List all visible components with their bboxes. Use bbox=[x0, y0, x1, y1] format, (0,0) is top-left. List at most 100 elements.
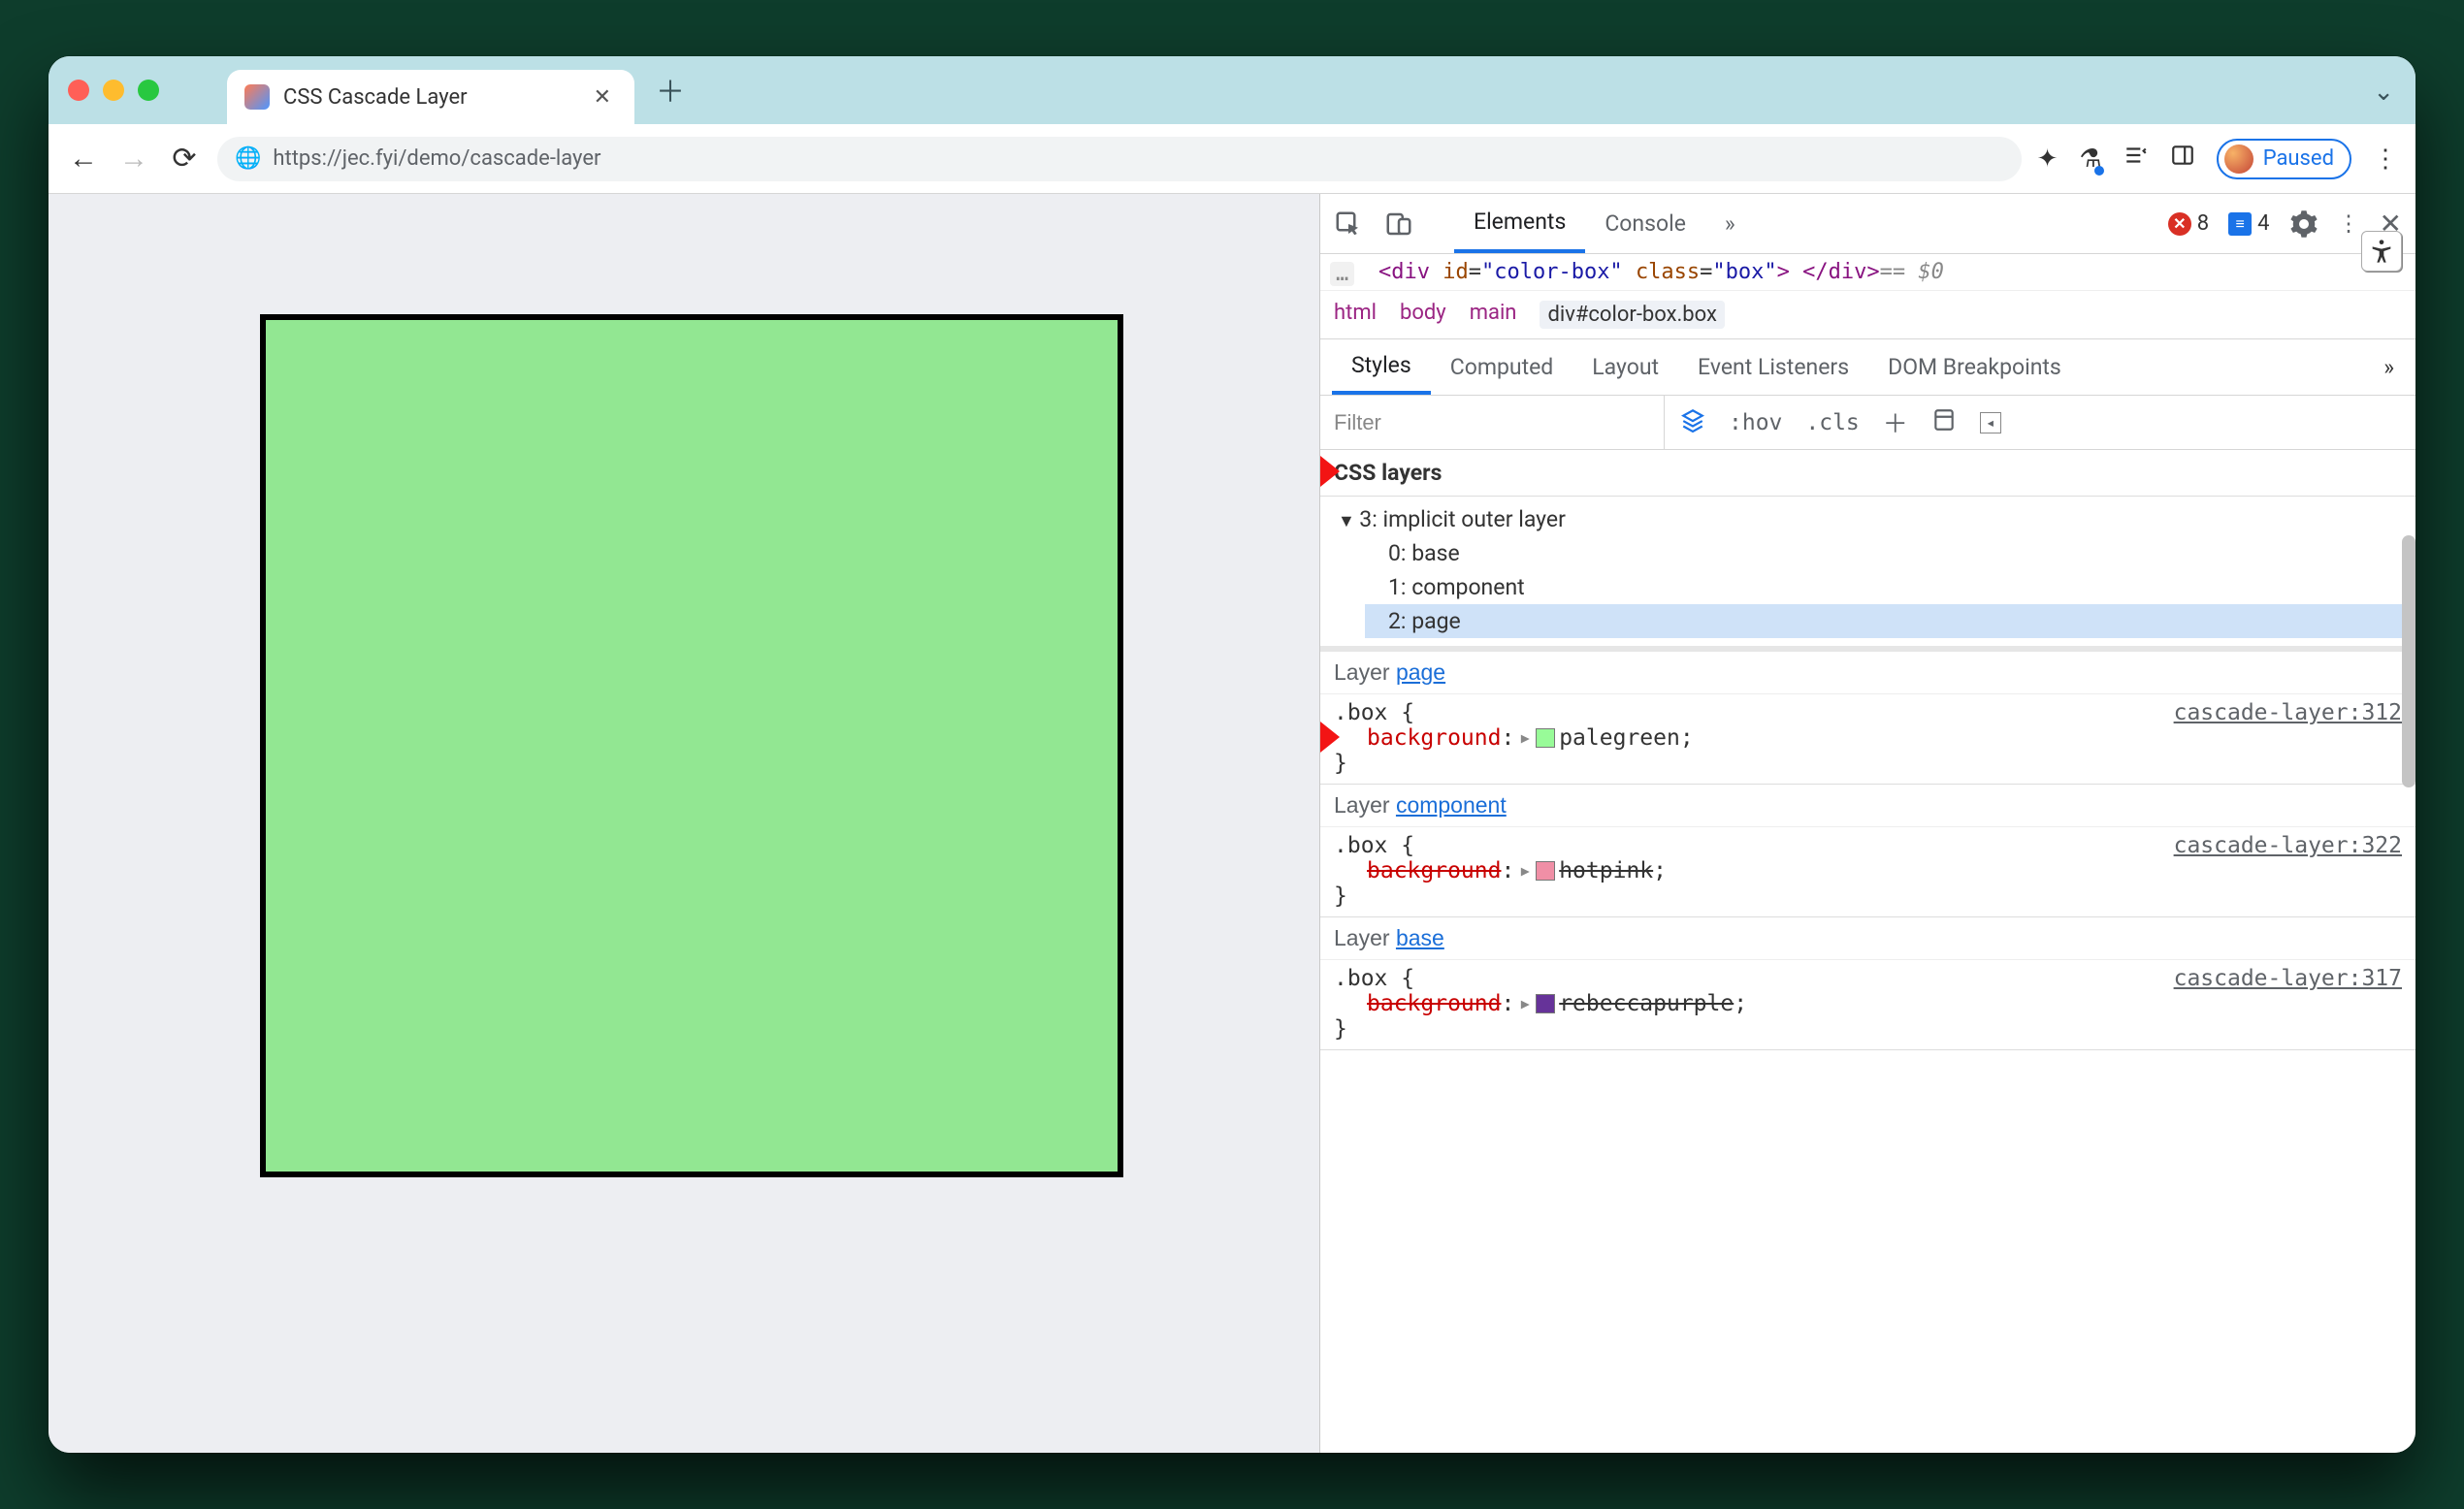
extensions-icon[interactable]: ✦ bbox=[2037, 144, 2059, 174]
tab-styles[interactable]: Styles bbox=[1332, 339, 1431, 395]
layer-tree-item-page[interactable]: 2: page bbox=[1365, 604, 2415, 638]
layer-link-page[interactable]: page bbox=[1396, 659, 1445, 685]
tab-computed[interactable]: Computed bbox=[1431, 339, 1573, 395]
layer-link-component[interactable]: component bbox=[1396, 792, 1507, 818]
prop-value: rebeccapurple bbox=[1559, 991, 1734, 1016]
css-layer-tree: 3: implicit outer layer 0: base 1: compo… bbox=[1320, 497, 2415, 652]
rule-layer-header-base: Layer base bbox=[1320, 917, 2415, 960]
toolbar-actions: ✦ ⚗ Paused ⋮ bbox=[2037, 139, 2398, 179]
rule-close: } bbox=[1334, 751, 2402, 776]
rule-close: } bbox=[1334, 1016, 2402, 1042]
tab-favicon bbox=[244, 84, 270, 110]
avatar bbox=[2224, 144, 2253, 174]
tab-event-listeners[interactable]: Event Listeners bbox=[1678, 339, 1868, 395]
accessibility-icon[interactable] bbox=[2361, 231, 2402, 272]
devtools-menu-icon[interactable]: ⋮ bbox=[2338, 210, 2360, 237]
color-swatch-icon[interactable] bbox=[1536, 728, 1555, 748]
rule-block-component[interactable]: .box { cascade-layer:322 background:▸hot… bbox=[1320, 827, 2415, 917]
rule-source-link[interactable]: cascade-layer:317 bbox=[2174, 966, 2402, 991]
color-swatch-icon[interactable] bbox=[1536, 861, 1555, 881]
crumb-body[interactable]: body bbox=[1400, 301, 1446, 329]
css-layers-title: CSS layers bbox=[1320, 450, 2415, 497]
rule-block-base[interactable]: .box { cascade-layer:317 background:▸reb… bbox=[1320, 960, 2415, 1050]
styles-tabs: Styles Computed Layout Event Listeners D… bbox=[1320, 339, 2415, 396]
rule-block-page[interactable]: .box { cascade-layer:312 background:▸pal… bbox=[1320, 694, 2415, 785]
settings-icon[interactable] bbox=[2289, 209, 2318, 239]
styles-filter-input[interactable] bbox=[1320, 396, 1665, 449]
rule-source-link[interactable]: cascade-layer:312 bbox=[2174, 700, 2402, 725]
crumb-main[interactable]: main bbox=[1470, 301, 1517, 329]
tabs-dropdown-icon[interactable]: ⌄ bbox=[2373, 78, 2394, 107]
device-toolbar-icon[interactable] bbox=[1384, 209, 1413, 239]
back-button[interactable]: ← bbox=[66, 142, 101, 176]
window-controls bbox=[68, 80, 159, 101]
address-bar[interactable]: 🌐 https://jec.fyi/demo/cascade-layer bbox=[217, 137, 2022, 181]
content-area: Elements Console » ✕ 8 ≡ 4 bbox=[49, 194, 2415, 1453]
url-text: https://jec.fyi/demo/cascade-layer bbox=[273, 146, 600, 171]
rule-layer-header-component: Layer component bbox=[1320, 785, 2415, 827]
tab-strip: CSS Cascade Layer ✕ ＋ ⌄ bbox=[49, 56, 2415, 124]
new-style-rule-icon[interactable]: ＋ bbox=[1883, 404, 1908, 440]
rule-layer-header-page: Layer page bbox=[1320, 652, 2415, 694]
message-badge[interactable]: ≡ 4 bbox=[2228, 211, 2269, 236]
browser-tab[interactable]: CSS Cascade Layer ✕ bbox=[227, 70, 634, 124]
rendering-panel-icon[interactable]: ◂ bbox=[1980, 412, 2001, 433]
browser-window: CSS Cascade Layer ✕ ＋ ⌄ ← → ⟳ 🌐 https://… bbox=[49, 56, 2415, 1453]
window-close-button[interactable] bbox=[68, 80, 89, 101]
site-info-icon[interactable]: 🌐 bbox=[235, 146, 261, 171]
window-zoom-button[interactable] bbox=[138, 80, 159, 101]
devtools-tabs: Elements Console » bbox=[1454, 194, 1755, 253]
styles-filter-row: :hov .cls ＋ ◂ bbox=[1320, 396, 2415, 450]
crumb-html[interactable]: html bbox=[1334, 301, 1377, 329]
prop-value: palegreen bbox=[1559, 725, 1680, 751]
inspect-element-icon[interactable] bbox=[1334, 209, 1363, 239]
color-swatch-icon[interactable] bbox=[1536, 994, 1555, 1013]
prop-value: hotpink bbox=[1559, 858, 1653, 883]
styles-tabs-overflow-icon[interactable]: » bbox=[2374, 339, 2404, 395]
dom-ellipsis-icon[interactable]: … bbox=[1330, 262, 1354, 286]
new-tab-button[interactable]: ＋ bbox=[646, 68, 695, 111]
paused-label: Paused bbox=[2263, 146, 2334, 171]
tab-overflow-icon[interactable]: » bbox=[1705, 194, 1755, 253]
tab-title: CSS Cascade Layer bbox=[283, 85, 574, 110]
page-viewport bbox=[49, 194, 1319, 1453]
tab-close-icon[interactable]: ✕ bbox=[588, 85, 617, 110]
layer-tree-root[interactable]: 3: implicit outer layer bbox=[1334, 502, 2415, 536]
devtools-toolbar: Elements Console » ✕ 8 ≡ 4 bbox=[1320, 194, 2415, 254]
error-badge[interactable]: ✕ 8 bbox=[2168, 211, 2209, 236]
rule-close: } bbox=[1334, 883, 2402, 909]
browser-menu-icon[interactable]: ⋮ bbox=[2373, 144, 2398, 174]
labs-icon[interactable]: ⚗ bbox=[2079, 144, 2101, 174]
tab-console[interactable]: Console bbox=[1585, 194, 1705, 253]
color-box bbox=[260, 314, 1123, 1177]
tab-elements[interactable]: Elements bbox=[1454, 194, 1585, 253]
window-minimize-button[interactable] bbox=[103, 80, 124, 101]
tab-layout[interactable]: Layout bbox=[1572, 339, 1678, 395]
cls-toggle[interactable]: .cls bbox=[1805, 410, 1859, 435]
reading-list-icon[interactable] bbox=[2124, 143, 2149, 175]
hov-toggle[interactable]: :hov bbox=[1729, 410, 1782, 435]
layer-tree-item-base[interactable]: 0: base bbox=[1365, 536, 2415, 570]
styles-body: CSS layers 3: implicit outer layer 0: ba… bbox=[1320, 450, 2415, 1453]
rule-selector: .box { bbox=[1334, 700, 1414, 725]
side-panel-icon[interactable] bbox=[2170, 143, 2195, 175]
layers-toggle-icon[interactable] bbox=[1680, 407, 1705, 438]
rule-source-link[interactable]: cascade-layer:322 bbox=[2174, 833, 2402, 858]
dom-tree-line[interactable]: … <div id="color-box" class="box" > </di… bbox=[1320, 254, 2415, 291]
message-count: 4 bbox=[2257, 211, 2269, 236]
reload-button[interactable]: ⟳ bbox=[167, 142, 202, 176]
tab-dom-breakpoints[interactable]: DOM Breakpoints bbox=[1868, 339, 2081, 395]
profile-paused-pill[interactable]: Paused bbox=[2217, 139, 2351, 179]
rule-selector: .box { bbox=[1334, 966, 1414, 991]
scrollbar[interactable] bbox=[2402, 535, 2415, 787]
computed-styles-icon[interactable] bbox=[1931, 407, 1957, 438]
message-icon: ≡ bbox=[2228, 212, 2252, 236]
layer-link-base[interactable]: base bbox=[1396, 925, 1444, 950]
crumb-selected[interactable]: div#color-box.box bbox=[1540, 301, 1724, 329]
layer-tree-item-component[interactable]: 1: component bbox=[1365, 570, 2415, 604]
dom-breadcrumbs: html body main div#color-box.box bbox=[1320, 291, 2415, 339]
error-icon: ✕ bbox=[2168, 212, 2191, 236]
prop-name: background bbox=[1367, 725, 1501, 751]
forward-button[interactable]: → bbox=[116, 142, 151, 176]
error-count: 8 bbox=[2197, 211, 2209, 236]
